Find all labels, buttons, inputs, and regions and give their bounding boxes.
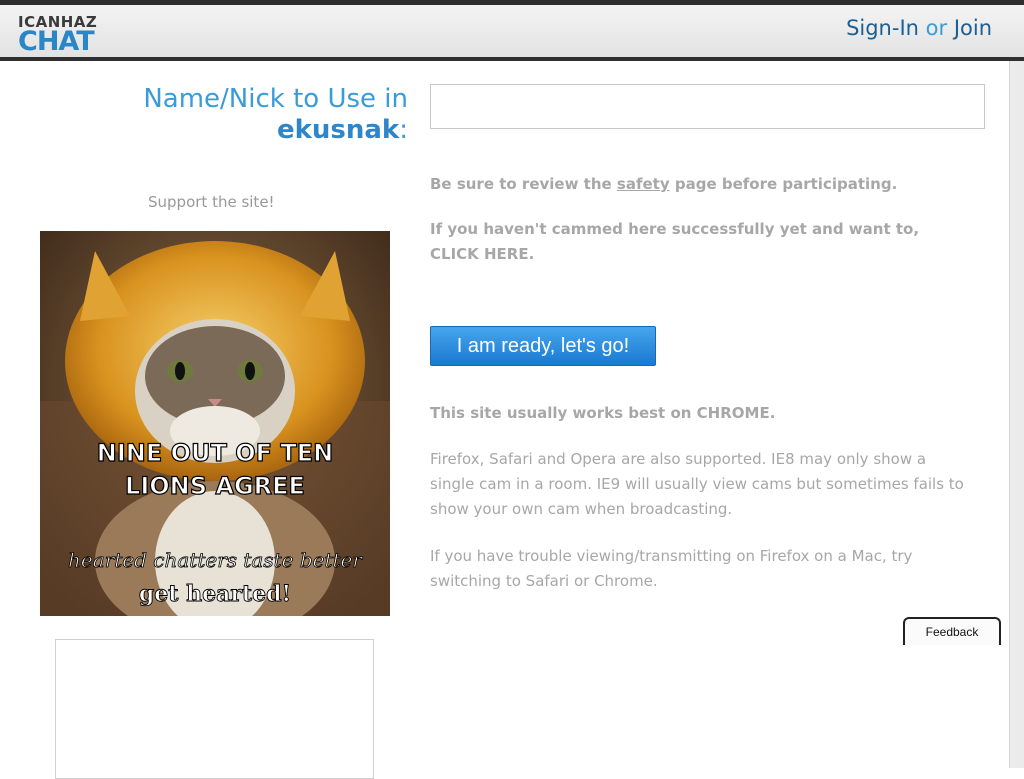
auth-links: Sign-In or Join [846, 16, 992, 40]
logo-bottom-text: CHAT [18, 26, 95, 57]
site-logo[interactable]: ICANHAZ CHAT [18, 13, 106, 59]
scrollbar-track[interactable] [1009, 61, 1024, 768]
feedback-tab[interactable]: Feedback [903, 617, 1001, 645]
nick-label-colon: : [399, 115, 408, 145]
ad-caption-line3: hearted chatters taste better [68, 548, 363, 572]
nick-label: Name/Nick to Use in ekusnak: [143, 84, 408, 146]
cam-notice-text: If you haven't cammed here successfully … [430, 220, 920, 238]
mac-note: If you have trouble viewing/transmitting… [430, 544, 912, 594]
nick-label-username: ekusnak [276, 115, 400, 145]
cam-notice: If you haven't cammed here successfully … [430, 217, 919, 267]
lion-cat-illustration: NINE OUT OF TEN LIONS AGREE hearted chat… [40, 231, 390, 616]
click-here-link[interactable]: CLICK HERE. [430, 242, 919, 267]
chrome-note: This site usually works best on CHROME. [430, 404, 776, 422]
browser-support-note: Firefox, Safari and Opera are also suppo… [430, 447, 964, 522]
support-text: Support the site! [148, 193, 275, 211]
mac-note-line1: If you have trouble viewing/transmitting… [430, 547, 913, 565]
ready-go-button[interactable]: I am ready, let's go! [430, 326, 656, 366]
top-bar: ICANHAZ CHAT Sign-In or Join [0, 0, 1024, 61]
or-text: or [925, 16, 948, 40]
browser-support-line2: single cam in a room. IE9 will usually v… [430, 475, 964, 493]
ad-placeholder [55, 639, 374, 779]
ad-caption-line2: LIONS AGREE [125, 472, 305, 500]
join-link[interactable]: Join [954, 16, 992, 40]
nick-input[interactable] [430, 84, 985, 129]
safety-notice-pre: Be sure to review the [430, 175, 617, 193]
browser-support-line1: Firefox, Safari and Opera are also suppo… [430, 450, 927, 468]
nick-label-prefix: Name/Nick to Use in [143, 84, 408, 114]
ad-caption-line1: NINE OUT OF TEN [97, 439, 333, 467]
mac-note-line2: switching to Safari or Chrome. [430, 572, 658, 590]
safety-link[interactable]: safety [617, 175, 670, 193]
safety-notice-post: page before participating. [669, 175, 898, 193]
browser-support-line3: show your own cam when broadcasting. [430, 500, 733, 518]
ad-image[interactable]: NINE OUT OF TEN LIONS AGREE hearted chat… [40, 231, 390, 616]
sign-in-link[interactable]: Sign-In [846, 16, 919, 40]
safety-notice: Be sure to review the safety page before… [430, 172, 897, 197]
ad-caption-line4: get hearted! [139, 581, 291, 607]
